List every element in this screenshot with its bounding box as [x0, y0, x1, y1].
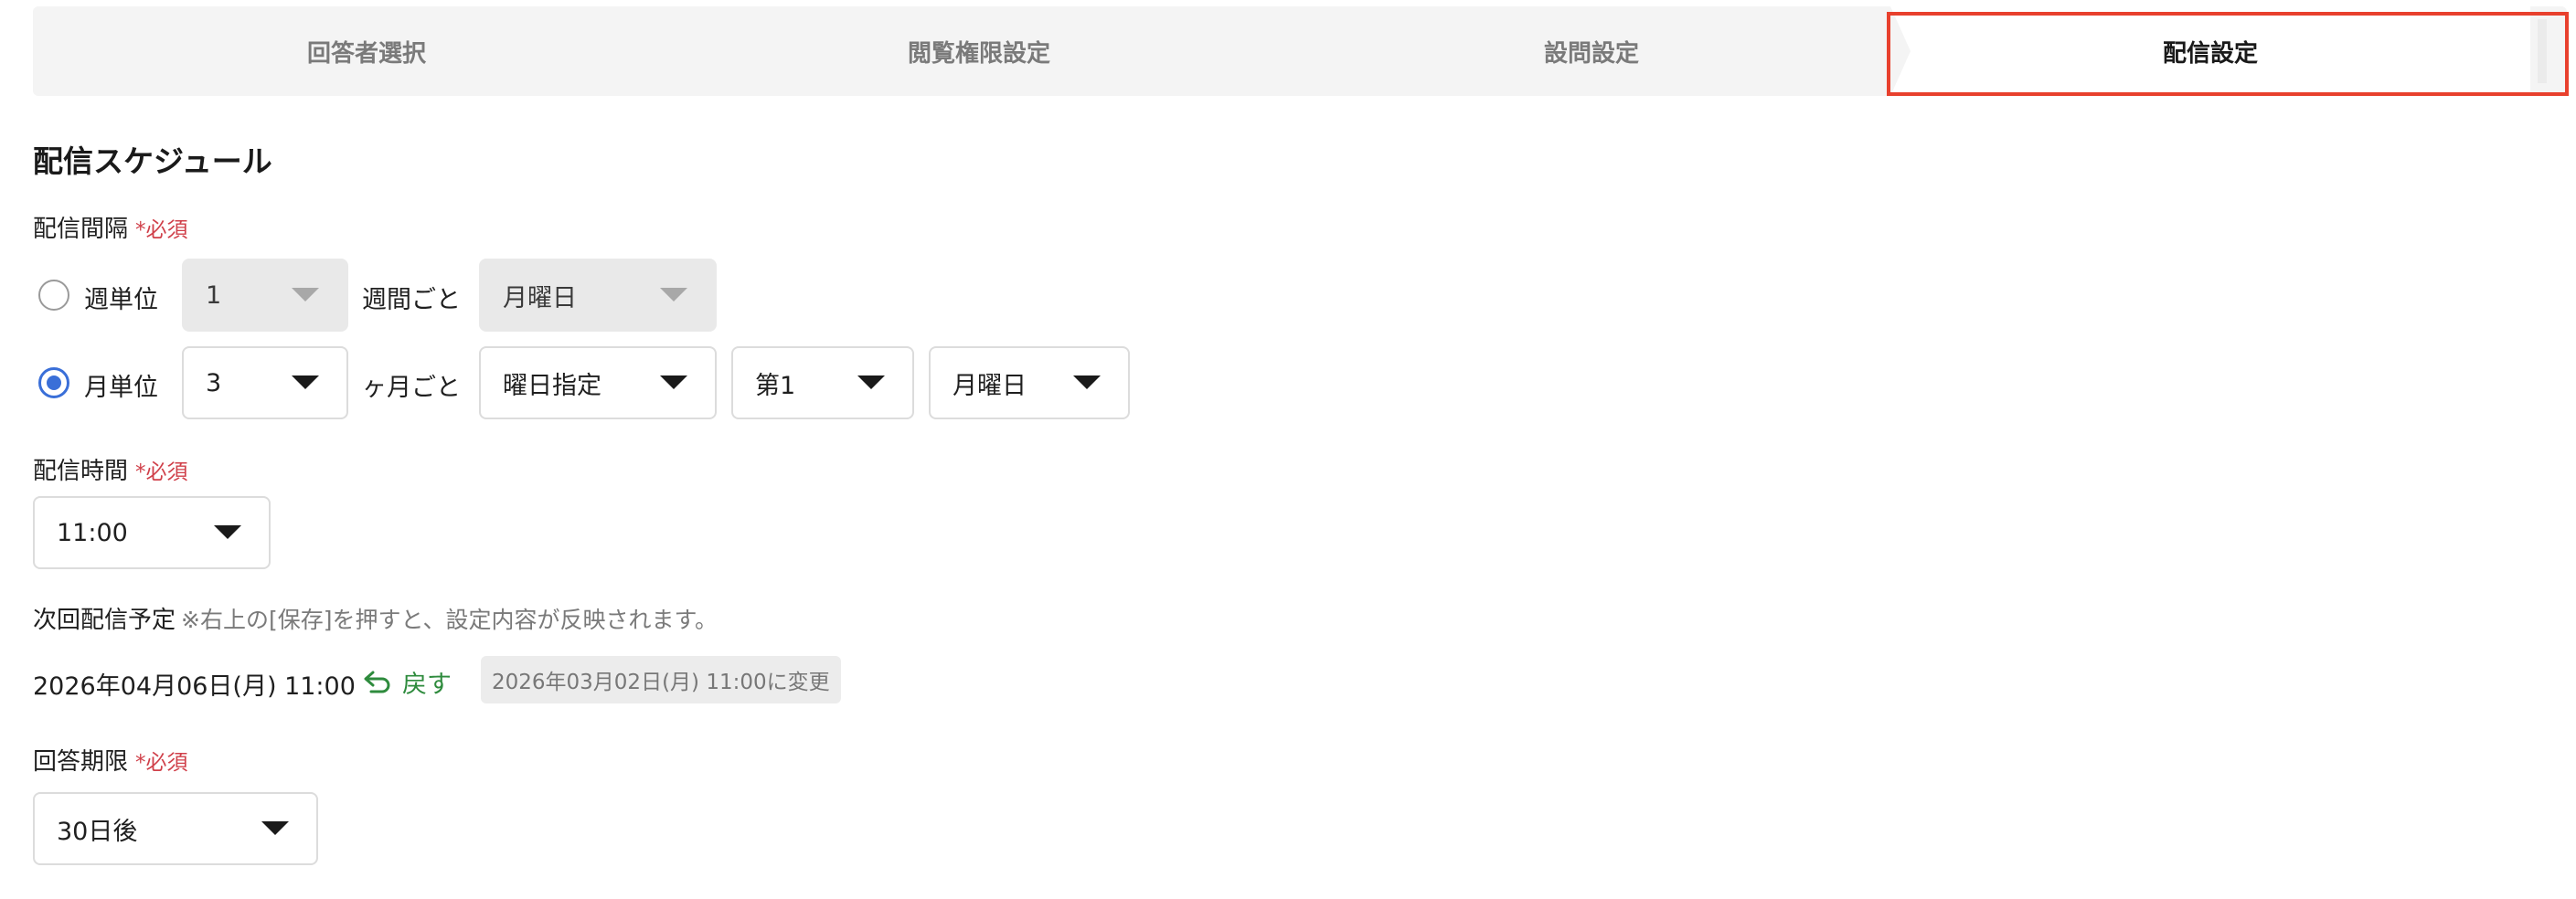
next-delivery-label: 次回配信予定	[33, 607, 176, 634]
monthly-unit-text: ヶ月ごと	[362, 374, 461, 402]
select-value: 11:00	[57, 518, 128, 547]
step-label: 閲覧権限設定	[907, 39, 1050, 68]
chevron-down-icon	[660, 375, 687, 389]
active-step-highlight	[1887, 12, 2569, 96]
monthly-label: 月単位	[84, 374, 158, 402]
select-value: 30日後	[57, 817, 138, 846]
step-label: 設問設定	[1543, 39, 1639, 68]
step-question-settings[interactable]: 設問設定	[1258, 6, 1925, 96]
revert-label: 戻す	[402, 671, 452, 699]
time-label-row: 配信時間 *必須	[33, 452, 188, 486]
revert-button[interactable]: 戻す	[362, 664, 452, 700]
chevron-down-icon	[857, 375, 885, 389]
select-value: 第1	[755, 371, 796, 400]
monthly-weekday-select[interactable]: 月曜日	[929, 346, 1130, 419]
chevron-down-icon	[292, 288, 319, 301]
select-value: 曜日指定	[503, 371, 601, 400]
interval-label: 配信間隔	[33, 216, 129, 243]
required-mark: *必須	[135, 460, 188, 484]
chevron-down-icon	[261, 821, 289, 835]
step-label: 回答者選択	[306, 39, 426, 68]
weekly-label: 週単位	[84, 286, 158, 314]
deadline-label: 回答期限	[33, 748, 129, 776]
select-value: 月曜日	[953, 371, 1027, 400]
delivery-time-select[interactable]: 11:00	[33, 496, 271, 569]
weekly-radio[interactable]	[38, 280, 69, 311]
deadline-select[interactable]: 30日後	[33, 792, 318, 865]
monthly-count-select[interactable]: 3	[182, 346, 348, 419]
delivery-settings-page: 回答者選択 閲覧権限設定 設問設定 配信設定 配信スケジュール 配信間隔 *必須…	[0, 0, 2576, 899]
step-respondent-selection[interactable]: 回答者選択	[33, 6, 700, 96]
change-badge: 2026年03月02日(月) 11:00に変更	[481, 656, 841, 703]
chevron-down-icon	[292, 375, 319, 389]
deadline-label-row: 回答期限 *必須	[33, 743, 188, 777]
save-hint-note: ※右上の[保存]を押すと、設定内容が反映されます。	[181, 607, 718, 633]
select-value: 月曜日	[503, 283, 577, 312]
time-label: 配信時間	[33, 458, 129, 485]
interval-label-row: 配信間隔 *必須	[33, 210, 188, 244]
section-title: 配信スケジュール	[33, 143, 272, 179]
chevron-down-icon	[660, 288, 687, 301]
next-delivery-label-row: 次回配信予定 ※右上の[保存]を押すと、設定内容が反映されます。	[33, 601, 718, 635]
step-view-permission[interactable]: 閲覧権限設定	[645, 6, 1313, 96]
monthly-mode-select[interactable]: 曜日指定	[479, 346, 717, 419]
monthly-ordinal-select[interactable]: 第1	[731, 346, 914, 419]
weekly-count-select[interactable]: 1	[182, 259, 348, 332]
weekly-unit-text: 週間ごと	[362, 286, 461, 314]
chevron-down-icon	[214, 525, 241, 539]
undo-icon	[364, 671, 390, 693]
select-value: 3	[206, 368, 222, 397]
select-value: 1	[206, 280, 222, 310]
next-delivery-value: 2026年04月06日(月) 11:00	[33, 672, 356, 701]
weekly-weekday-select[interactable]: 月曜日	[479, 259, 717, 332]
required-mark: *必須	[135, 218, 188, 242]
monthly-radio[interactable]	[38, 367, 69, 398]
required-mark: *必須	[135, 751, 188, 775]
chevron-down-icon	[1073, 375, 1101, 389]
